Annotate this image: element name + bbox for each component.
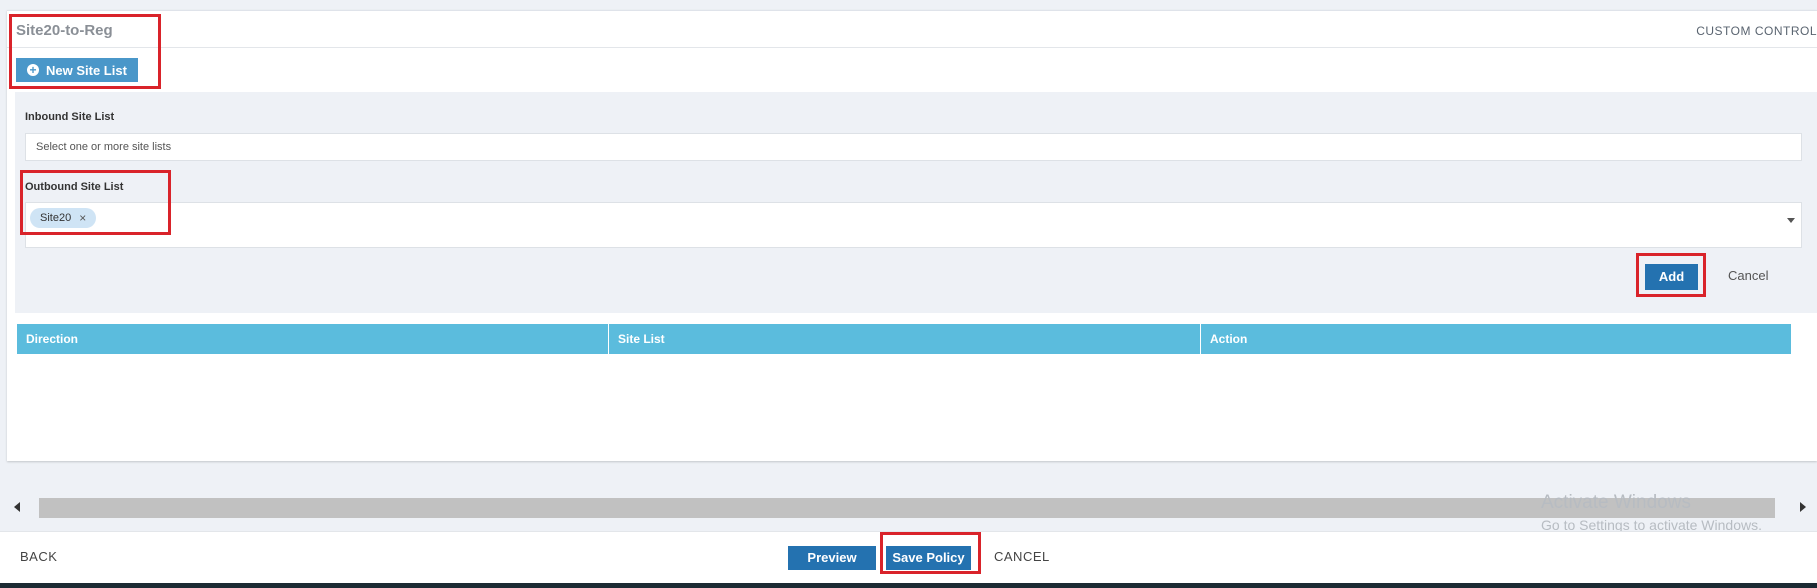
- plus-circle-icon: +: [27, 64, 39, 76]
- outbound-site-list-label: Outbound Site List: [25, 181, 124, 193]
- column-header-site-list[interactable]: Site List: [609, 324, 1201, 354]
- custom-control-link[interactable]: CUSTOM CONTROL: [1696, 24, 1817, 38]
- remove-chip-icon[interactable]: ×: [79, 211, 86, 225]
- cancel-form-button[interactable]: Cancel: [1728, 268, 1768, 283]
- column-header-direction[interactable]: Direction: [17, 324, 609, 354]
- new-site-list-button[interactable]: + New Site List: [16, 58, 138, 82]
- add-button[interactable]: Add: [1645, 264, 1698, 290]
- site-list-table: Direction Site List Action: [17, 324, 1791, 354]
- table-header: Direction Site List Action: [17, 324, 1791, 354]
- preview-button[interactable]: Preview: [788, 546, 876, 570]
- outbound-site-list-input[interactable]: Site20 ×: [25, 202, 1802, 248]
- column-header-action[interactable]: Action: [1201, 324, 1791, 354]
- cancel-button[interactable]: CANCEL: [994, 549, 1050, 564]
- policy-title: Site20-to-Reg: [16, 22, 113, 39]
- save-policy-button[interactable]: Save Policy: [886, 546, 971, 570]
- site-chip-label: Site20: [40, 212, 72, 224]
- scroll-left-arrow-icon[interactable]: [14, 502, 20, 512]
- scroll-right-arrow-icon[interactable]: [1800, 502, 1806, 512]
- site-chip: Site20 ×: [30, 208, 97, 228]
- dropdown-caret-icon[interactable]: [1787, 218, 1795, 223]
- activate-windows-title: Activate Windows: [1541, 492, 1691, 513]
- horizontal-scrollbar[interactable]: [39, 498, 1775, 518]
- back-button[interactable]: BACK: [20, 549, 57, 564]
- header-divider: [7, 47, 1817, 48]
- inbound-site-list-input[interactable]: Select one or more site lists: [25, 133, 1802, 161]
- new-site-list-label: New Site List: [46, 62, 127, 78]
- taskbar-strip: [0, 583, 1817, 588]
- inbound-site-list-label: Inbound Site List: [25, 111, 115, 123]
